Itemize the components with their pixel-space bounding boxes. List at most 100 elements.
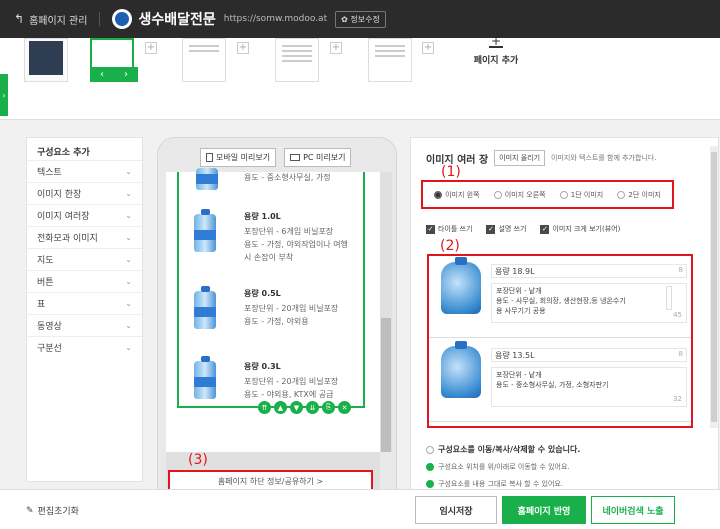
- side-toggle-tab[interactable]: ›: [0, 74, 8, 116]
- copy-icon: [426, 480, 434, 488]
- upload-image-button[interactable]: 이미지 올리기: [494, 150, 546, 166]
- water-bottle-image: [194, 286, 218, 329]
- checkbox-checked-icon: ✓: [540, 224, 550, 234]
- next-page-icon[interactable]: ›: [124, 69, 128, 80]
- publish-button[interactable]: 홈페이지 반영: [502, 496, 586, 524]
- water-bottle-image: [194, 356, 218, 399]
- editor-description: 이미지와 텍스트를 함께 추가합니다.: [551, 154, 657, 162]
- delete-icon[interactable]: ✕: [338, 401, 351, 414]
- chevron-down-icon: ⌄: [125, 233, 132, 242]
- layout-image-left[interactable]: 이미지 왼쪽: [434, 190, 480, 200]
- add-page-plus-2[interactable]: +: [237, 42, 249, 54]
- top-header: ↰ 홈페이지 관리 생수배달전문 https://somw.modoo.at ✿…: [0, 0, 720, 38]
- move-top-icon[interactable]: ⇈: [258, 401, 271, 414]
- component-map[interactable]: 지도 ⌄: [27, 248, 142, 270]
- layout-image-right[interactable]: 이미지 오른쪽: [493, 190, 546, 200]
- annotation-3: (3): [188, 452, 208, 468]
- chevron-down-icon: ⌄: [125, 277, 132, 286]
- checkbox-checked-icon: ✓: [426, 224, 435, 234]
- annotation-1: (1): [441, 164, 461, 180]
- component-single-image[interactable]: 이미지 한장 ⌄: [27, 182, 142, 204]
- chevron-down-icon: ⌄: [125, 167, 132, 176]
- component-multi-image[interactable]: 이미지 여러장 ⌄: [27, 204, 142, 226]
- pc-preview-button[interactable]: PC 미리보기: [284, 148, 352, 167]
- back-to-management[interactable]: ↰ 홈페이지 관리: [14, 12, 87, 27]
- check-title[interactable]: ✓ 타이틀 쓰기: [426, 224, 472, 234]
- radio-selected-icon: [434, 190, 443, 199]
- image-item-1: 용량 18.9L 8 포장단위 - 낱개 용도 - 사무실, 회의장, 생산현장,…: [429, 256, 691, 338]
- prev-page-icon[interactable]: ‹: [100, 69, 104, 80]
- chevron-down-icon: ⌄: [125, 343, 132, 352]
- monitor-icon: [290, 154, 301, 161]
- chevron-down-icon: ⌄: [125, 299, 132, 308]
- editor-scrollbar[interactable]: [710, 146, 718, 428]
- textarea-scrollbar: [666, 286, 672, 310]
- components-heading: 구성요소 추가: [37, 148, 90, 158]
- item-title-input[interactable]: 용량 13.5L 8: [491, 348, 687, 362]
- chevron-down-icon: ⌄: [125, 255, 132, 264]
- component-table[interactable]: 표 ⌄: [27, 292, 142, 314]
- page-thumbnails-strip: ‹ › + + + + + 페이지 추가: [0, 38, 720, 120]
- water-bottle-image: [196, 168, 220, 210]
- temp-save-button[interactable]: 임시저장: [415, 496, 497, 524]
- site-title: 생수배달전문: [138, 12, 216, 28]
- checkbox-checked-icon: ✓: [486, 224, 496, 234]
- page-thumb-4[interactable]: [275, 38, 319, 82]
- move-down-icon[interactable]: ▼: [290, 401, 303, 414]
- preview-product-0: 용도 - 중소형사무실, 가정: [190, 168, 360, 198]
- add-page-button[interactable]: + 페이지 추가: [466, 38, 526, 66]
- check-description[interactable]: ✓ 설명 쓰기: [486, 224, 526, 234]
- info-icon: [426, 445, 434, 454]
- reset-edit-button[interactable]: ✎ 편집초기화: [26, 504, 79, 518]
- annotation-2: (2): [440, 238, 460, 254]
- page-thumb-nav: ‹ ›: [90, 67, 138, 82]
- bottom-action-bar: ✎ 편집초기화 임시저장 홈페이지 반영 네이버검색 노출: [0, 489, 720, 529]
- mobile-icon: [206, 153, 213, 162]
- move-bottom-icon[interactable]: ⇊: [306, 401, 319, 414]
- preview-product-1: 용량 1.0L 포장단위 - 6개입 비닐포장 용도 - 가정, 야외작업이나 …: [190, 209, 360, 266]
- naver-search-button[interactable]: 네이버검색 노출: [591, 496, 675, 524]
- item-description-input[interactable]: 포장단위 - 낱개 용도 - 중소형사무실, 가정, 소형자판기 32: [491, 367, 687, 407]
- preview-scrollbar[interactable]: [380, 172, 392, 452]
- radio-icon: [617, 190, 626, 199]
- copy-icon[interactable]: ⎘: [322, 401, 335, 414]
- component-video[interactable]: 동영상 ⌄: [27, 314, 142, 336]
- add-page-plus-3[interactable]: +: [330, 42, 342, 54]
- image-item-2: 용량 13.5L 8 포장단위 - 낱개 용도 - 중소형사무실, 가정, 소형자…: [429, 340, 691, 422]
- layout-two-column[interactable]: 2단 이미지: [617, 190, 661, 200]
- radio-icon: [493, 190, 502, 199]
- component-controls: ⇈ ▲ ▼ ⇊ ⎘ ✕: [258, 401, 351, 414]
- move-up-icon[interactable]: ▲: [274, 401, 287, 414]
- move-icon: [426, 463, 434, 471]
- chevron-down-icon: ⌄: [125, 211, 132, 220]
- component-text[interactable]: 텍스트 ⌄: [27, 160, 142, 182]
- item-title-input[interactable]: 용량 18.9L 8: [491, 264, 687, 278]
- chevron-down-icon: ⌄: [125, 189, 132, 198]
- site-url[interactable]: https://somw.modoo.at: [224, 14, 327, 24]
- page-thumb-3[interactable]: [182, 38, 226, 82]
- page-thumb-1[interactable]: [24, 38, 68, 82]
- chevron-down-icon: ⌄: [125, 321, 132, 330]
- radio-icon: [559, 190, 568, 199]
- edit-info-button[interactable]: ✿ 정보수정: [335, 10, 386, 28]
- layout-one-column[interactable]: 1단 이미지: [559, 190, 603, 200]
- add-page-plus-4[interactable]: +: [422, 42, 434, 54]
- header-divider: [99, 12, 101, 26]
- preview-product-2: 용량 0.5L 포장단위 - 20개입 비닐포장 용도 - 가정, 야외용: [190, 286, 360, 335]
- site-logo: [112, 9, 133, 29]
- components-panel: 구성요소 추가 텍스트 ⌄ 이미지 한장 ⌄ 이미지 여러장 ⌄ 전화모과 이미지 ⌄ …: [26, 137, 143, 482]
- mobile-preview-button[interactable]: 모바일 미리보기: [200, 148, 277, 167]
- component-phone-image[interactable]: 전화모과 이미지 ⌄: [27, 226, 142, 248]
- water-bottle-image: [194, 209, 218, 252]
- water-jug-image[interactable]: [437, 341, 485, 402]
- component-button[interactable]: 버튼 ⌄: [27, 270, 142, 292]
- preview-product-3: 용량 0.3L 포장단위 - 20개입 비닐포장 용도 - 야외용, KTX에 …: [190, 356, 360, 405]
- item-description-input[interactable]: 포장단위 - 낱개 용도 - 사무실, 회의장, 생산현장,등 냉온수기 용 사…: [491, 283, 687, 323]
- water-jug-image[interactable]: [437, 257, 485, 318]
- check-viewer[interactable]: ✓ 이미지 크게 보기(뷰어): [540, 224, 620, 234]
- back-arrow-icon: ↰: [14, 12, 25, 26]
- image-items-list: 용량 18.9L 8 포장단위 - 낱개 용도 - 사무실, 회의장, 생산현장,…: [427, 254, 693, 428]
- page-thumb-5[interactable]: [368, 38, 412, 82]
- component-divider[interactable]: 구분선 ⌄: [27, 336, 142, 358]
- add-page-plus-1[interactable]: +: [145, 42, 157, 54]
